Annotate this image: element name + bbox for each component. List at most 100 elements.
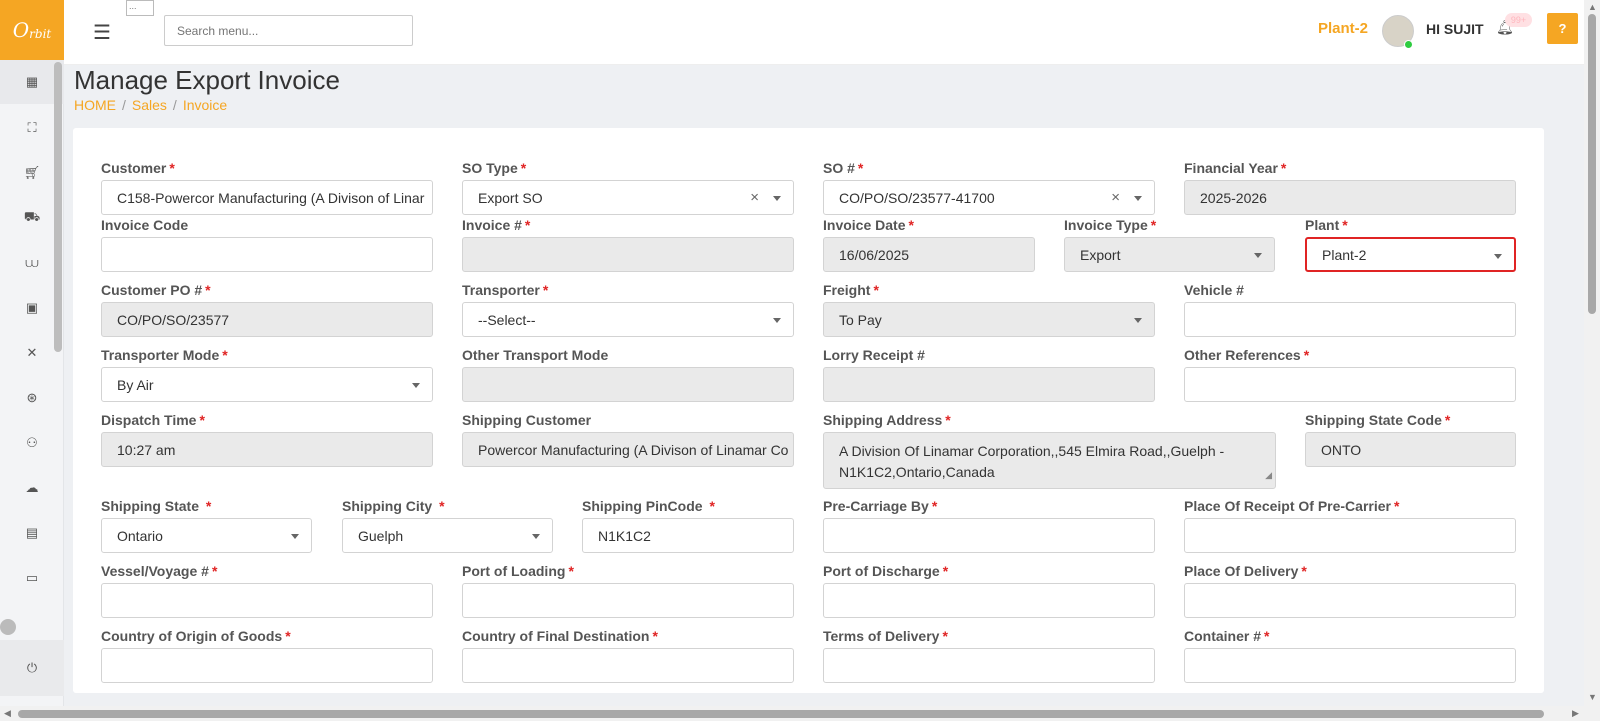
port-of-discharge-label: Port of Discharge * <box>823 563 949 579</box>
shipping-address-label: Shipping Address * <box>823 412 951 428</box>
clear-icon[interactable]: × <box>1111 189 1120 206</box>
so-type-select[interactable]: Export SO × <box>462 180 794 215</box>
broken-image-icon: ... <box>126 0 154 16</box>
horizontal-scrollbar[interactable]: ◀ ▶ <box>0 706 1600 721</box>
financial-year-field: 2025-2026 <box>1184 180 1516 215</box>
other-references-label: Other References * <box>1184 347 1310 363</box>
shipping-city-select[interactable]: Guelph <box>342 518 553 553</box>
breadcrumb-sales[interactable]: Sales <box>132 97 167 113</box>
cloud-icon[interactable]: ☁ <box>0 466 64 510</box>
customer-label: Customer * <box>101 160 175 176</box>
invoice-date-label: Invoice Date * <box>823 217 914 233</box>
container-number-label: Container # * <box>1184 628 1270 644</box>
transporter-label: Transporter * <box>462 282 549 298</box>
scroll-up-icon[interactable]: ▲ <box>1588 2 1597 12</box>
logo-text: rbit <box>29 27 52 41</box>
vertical-scrollbar[interactable]: ▲ ▼ <box>1584 0 1600 706</box>
online-status-dot <box>1404 40 1413 49</box>
transporter-mode-label: Transporter Mode * <box>101 347 228 363</box>
lorry-receipt-field <box>823 367 1155 402</box>
so-type-label: SO Type * <box>462 160 527 176</box>
invoice-type-label: Invoice Type * <box>1064 217 1157 233</box>
sidebar-scrollbar[interactable] <box>54 62 62 352</box>
other-transport-mode-label: Other Transport Mode <box>462 347 609 363</box>
breadcrumb-separator: / <box>172 97 177 113</box>
monitor-icon[interactable]: ▭ <box>0 556 64 600</box>
plant-label: Plant * <box>1305 217 1348 233</box>
store-icon[interactable]: ▤ <box>0 511 64 555</box>
invoice-code-input[interactable] <box>101 237 433 272</box>
other-references-input[interactable] <box>1184 367 1516 402</box>
vehicle-input[interactable] <box>1184 302 1516 337</box>
horizontal-scroll-thumb[interactable] <box>18 710 1544 718</box>
plant-select[interactable]: Plant-2 <box>1305 237 1516 272</box>
freight-select[interactable]: To Pay <box>823 302 1155 337</box>
page-title: Manage Export Invoice <box>74 65 340 95</box>
invoice-type-select[interactable]: Export <box>1064 237 1275 272</box>
so-number-select[interactable]: CO/PO/SO/23577-41700 × <box>823 180 1155 215</box>
shipping-state-select[interactable]: Ontario <box>101 518 312 553</box>
shipping-pincode-input[interactable]: N1K1C2 <box>582 518 794 553</box>
breadcrumb-separator: / <box>122 97 126 113</box>
port-of-loading-input[interactable] <box>462 583 794 618</box>
invoice-code-label: Invoice Code <box>101 217 189 233</box>
transporter-mode-select[interactable]: By Air <box>101 367 433 402</box>
scroll-right-icon[interactable]: ▶ <box>1572 708 1579 719</box>
shipping-state-code-field: ONTO <box>1305 432 1516 467</box>
shipping-customer-field: Powercor Manufacturing (A Divison of Lin… <box>462 432 794 467</box>
orbit-logo[interactable]: Orbit <box>0 0 64 60</box>
vessel-voyage-label: Vessel/Voyage # * <box>101 563 218 579</box>
dispatch-time-field[interactable]: 10:27 am <box>101 432 433 467</box>
container-number-input[interactable] <box>1184 648 1516 683</box>
customer-po-label: Customer PO # * <box>101 282 211 298</box>
lorry-receipt-label: Lorry Receipt # <box>823 347 925 363</box>
pre-carriage-input[interactable] <box>823 518 1155 553</box>
topbar: ☰ ... Plant-2 HI SUJIT 🔔︎ 99+ ? <box>64 0 1584 65</box>
help-button[interactable]: ? <box>1547 13 1578 44</box>
scroll-left-icon[interactable]: ◀ <box>4 708 11 719</box>
invoice-date-field[interactable]: 16/06/2025 <box>823 237 1035 272</box>
settings-circle-icon[interactable]: ⊛ <box>0 376 64 420</box>
customer-po-field: CO/PO/SO/23577 <box>101 302 433 337</box>
current-plant-label[interactable]: Plant-2 <box>1318 20 1368 37</box>
port-of-loading-label: Port of Loading * <box>462 563 574 579</box>
so-number-label: SO # * <box>823 160 864 176</box>
search-menu-input[interactable] <box>164 15 413 46</box>
shipping-state-label: Shipping State * <box>101 498 212 514</box>
port-of-discharge-input[interactable] <box>823 583 1155 618</box>
scroll-down-icon[interactable]: ▼ <box>1588 692 1597 702</box>
shipping-pincode-label: Shipping PinCode * <box>582 498 715 514</box>
power-icon[interactable]: ⏻ <box>0 640 64 696</box>
other-transport-mode-field <box>462 367 794 402</box>
terms-of-delivery-input[interactable] <box>823 648 1155 683</box>
customer-field[interactable]: C158-Powercor Manufacturing (A Divison o… <box>101 180 433 215</box>
sidebar: Orbit ▦ ⛶ 🛒︎ ⛟ ⩊ ▣ ✕ ⊛ ⚇ ☁ ▤ ▭ ⏻ <box>0 0 64 721</box>
user-greeting[interactable]: HI SUJIT <box>1426 21 1484 37</box>
shipping-customer-label: Shipping Customer <box>462 412 592 428</box>
vehicle-label: Vehicle # <box>1184 282 1244 298</box>
users-icon[interactable]: ⚇ <box>0 421 64 465</box>
breadcrumb-invoice[interactable]: Invoice <box>183 97 227 113</box>
shipping-address-textarea[interactable]: A Division Of Linamar Corporation,,545 E… <box>823 432 1276 489</box>
logo-letter: O <box>12 18 30 42</box>
invoice-form-card: Customer * C158-Powercor Manufacturing (A… <box>73 128 1544 693</box>
transporter-select[interactable]: --Select-- <box>462 302 794 337</box>
vertical-scroll-thumb[interactable] <box>1588 14 1596 314</box>
dispatch-time-label: Dispatch Time * <box>101 412 205 428</box>
freight-label: Freight * <box>823 282 879 298</box>
vessel-voyage-input[interactable] <box>101 583 433 618</box>
country-of-destination-input[interactable] <box>462 648 794 683</box>
place-of-delivery-input[interactable] <box>1184 583 1516 618</box>
shipping-city-label: Shipping City * <box>342 498 445 514</box>
place-of-receipt-input[interactable] <box>1184 518 1516 553</box>
place-of-delivery-label: Place Of Delivery * <box>1184 563 1307 579</box>
sidebar-handle[interactable] <box>0 619 16 635</box>
breadcrumb: HOME / Sales / Invoice <box>74 97 227 113</box>
breadcrumb-home[interactable]: HOME <box>74 97 116 113</box>
country-of-origin-input[interactable] <box>101 648 433 683</box>
hamburger-menu-icon[interactable]: ☰ <box>93 20 111 45</box>
clear-icon[interactable]: × <box>750 189 759 206</box>
resize-handle-icon[interactable]: ◢ <box>1265 465 1272 486</box>
shipping-state-code-label: Shipping State Code * <box>1305 412 1451 428</box>
country-of-origin-label: Country of Origin of Goods * <box>101 628 291 644</box>
